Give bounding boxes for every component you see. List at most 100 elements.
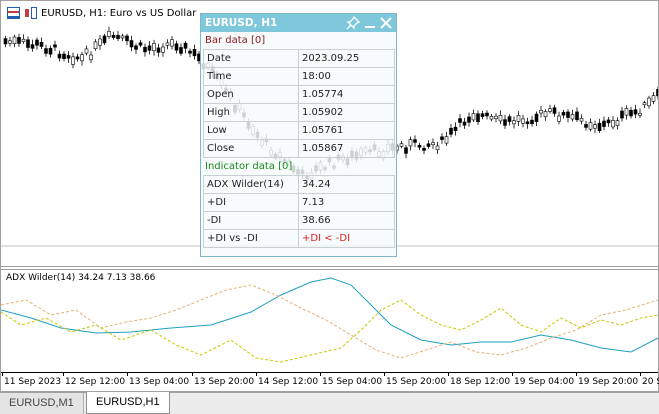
- candle: [552, 104, 557, 117]
- row-key: Open: [203, 85, 299, 104]
- candle: [35, 37, 39, 50]
- panel-title-bar[interactable]: EURUSD, H1: [201, 14, 396, 32]
- minimize-icon[interactable]: [363, 16, 377, 30]
- close-icon[interactable]: [379, 16, 393, 30]
- candle: [84, 45, 89, 56]
- candle: [170, 36, 174, 50]
- candle: [539, 105, 543, 118]
- time-label: 13 Sep 04:00: [129, 377, 190, 387]
- candle: [75, 53, 80, 62]
- bar-chart-icon[interactable]: [7, 7, 20, 19]
- tab-eurusd-m1[interactable]: EURUSD,M1: [0, 393, 84, 414]
- row-key: Low: [203, 121, 299, 140]
- candle: [620, 106, 624, 122]
- time-label: 18 Sep 12:00: [450, 377, 511, 387]
- candle: [611, 116, 615, 130]
- candle: [633, 104, 638, 119]
- candle: [120, 33, 125, 42]
- time-label: 19 Sep 04:00: [514, 377, 575, 387]
- row-value: 1.05774: [298, 85, 395, 104]
- candle: [431, 138, 435, 149]
- candle: [498, 110, 503, 125]
- table-row: High 1.05902: [203, 103, 395, 122]
- candle: [606, 117, 611, 127]
- candle: [111, 31, 116, 40]
- candle: [530, 115, 534, 127]
- candle: [458, 114, 462, 128]
- candlestick-icon[interactable]: [24, 7, 37, 19]
- time-label: 11 Sep 2023: [4, 377, 62, 387]
- adx-line: [1, 277, 658, 353]
- symbol-title: EURUSD, H1: Euro vs US Dollar: [41, 7, 197, 19]
- candle: [579, 114, 584, 125]
- tab-eurusd-h1[interactable]: EURUSD,H1: [86, 392, 170, 414]
- table-row: Open 1.05774: [203, 85, 395, 104]
- candle: [48, 45, 53, 58]
- candle: [3, 35, 8, 48]
- table-row: +DI 7.13: [203, 193, 395, 212]
- candle: [12, 34, 17, 48]
- candle: [53, 40, 57, 52]
- candle: [188, 48, 192, 58]
- candle: [422, 145, 426, 155]
- time-tick: [192, 373, 193, 376]
- row-value: 7.13: [298, 193, 395, 212]
- candle: [57, 50, 62, 62]
- candle: [624, 105, 629, 120]
- time-label: 13 Sep 20:00: [194, 377, 255, 387]
- candle: [593, 120, 597, 134]
- time-tick: [63, 373, 64, 376]
- time-label: 15 Sep 04:00: [322, 377, 383, 387]
- row-key: Date: [203, 49, 299, 68]
- time-tick: [256, 373, 257, 376]
- time-tick: [384, 373, 385, 376]
- candle: [134, 43, 138, 55]
- candle: [584, 120, 588, 131]
- candle: [543, 109, 548, 121]
- candle: [413, 135, 417, 148]
- candle: [638, 108, 642, 119]
- data-window-panel[interactable]: EURUSD, H1 Bar data [0] Date 2023.09.25 Ti…: [200, 13, 397, 257]
- row-value: 2023.09.25: [298, 49, 395, 68]
- table-row: Date 2023.09.25: [203, 49, 395, 68]
- time-tick: [576, 373, 577, 376]
- candle: [615, 117, 620, 130]
- row-key: High: [203, 103, 299, 122]
- candle: [647, 95, 651, 109]
- candle: [453, 122, 458, 136]
- row-value: 1.05867: [298, 139, 395, 158]
- time-tick: [320, 373, 321, 376]
- candle: [80, 51, 84, 66]
- candle: [525, 117, 530, 129]
- indicator-data-table: ADX Wilder(14) 34.24 +DI 7.13 -DI 38.66 +DI vs…: [203, 175, 395, 248]
- candle: [143, 43, 147, 57]
- pin-icon[interactable]: [346, 16, 360, 30]
- time-axis[interactable]: 11 Sep 2023 12 Sep 12:00 13 Sep 04:00 13 Se…: [1, 372, 659, 390]
- bar-data-table: Date 2023.09.25 Time 18:00 Open 1.05774 High 1.…: [203, 49, 395, 158]
- candle: [467, 112, 471, 127]
- candle: [125, 33, 129, 46]
- candle: [494, 113, 498, 123]
- candle: [138, 39, 143, 48]
- row-key: Time: [203, 67, 299, 86]
- candle: [575, 107, 579, 122]
- candle: [116, 30, 120, 42]
- table-row: Close 1.05867: [203, 139, 395, 158]
- candle: [512, 116, 516, 129]
- candle: [440, 133, 444, 144]
- candle: [503, 114, 507, 130]
- row-value: 1.05761: [298, 121, 395, 140]
- table-row: Low 1.05761: [203, 121, 395, 140]
- candle: [399, 141, 404, 149]
- row-key: Close: [203, 139, 299, 158]
- candle: [107, 26, 111, 39]
- candle: [534, 111, 539, 126]
- chart-tab-bar: EURUSD,M1 EURUSD,H1: [0, 392, 659, 414]
- table-row: -DI 38.66: [203, 211, 395, 230]
- time-tick: [640, 373, 641, 376]
- indicator-chart[interactable]: [1, 270, 658, 372]
- candle: [471, 109, 476, 123]
- candle: [516, 111, 521, 127]
- panel-title: EURUSD, H1: [205, 17, 278, 29]
- candle: [489, 113, 494, 122]
